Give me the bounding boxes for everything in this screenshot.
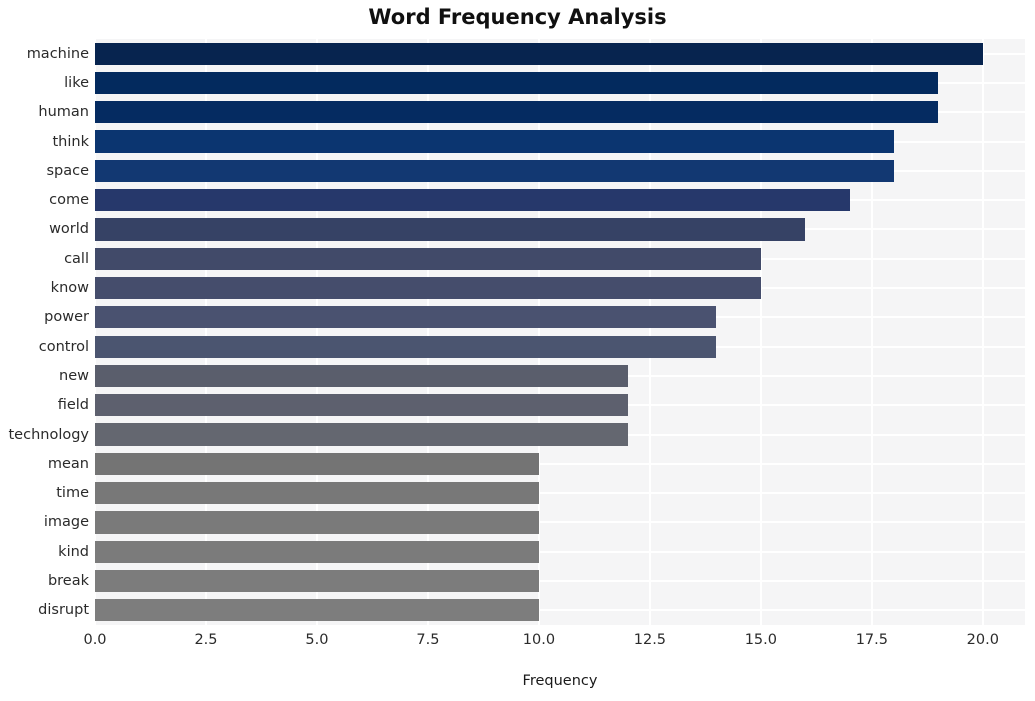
bar-human bbox=[95, 101, 939, 124]
x-tick-label-12.5: 12.5 bbox=[633, 632, 667, 648]
gridline-vertical bbox=[870, 39, 873, 625]
gridline-vertical bbox=[95, 39, 96, 625]
bar-break bbox=[95, 569, 539, 593]
bar-machine bbox=[95, 42, 983, 65]
y-tick-label-disrupt: disrupt bbox=[38, 602, 89, 619]
y-tick-label-time: time bbox=[56, 485, 89, 502]
bar-call bbox=[95, 247, 761, 270]
gridline-vertical bbox=[426, 39, 429, 625]
y-tick-label-control: control bbox=[38, 338, 89, 355]
bar-know bbox=[95, 276, 761, 300]
y-tick-label-technology: technology bbox=[8, 426, 89, 443]
y-tick-label-new: new bbox=[59, 367, 89, 384]
bar-world bbox=[95, 218, 806, 241]
gridline-vertical bbox=[315, 39, 318, 625]
bar-power bbox=[95, 306, 717, 329]
x-tick-label-17.5: 17.5 bbox=[855, 632, 888, 648]
bar-technology bbox=[95, 423, 628, 446]
gridline-vertical bbox=[759, 39, 762, 625]
x-tick-label-5.0: 5.0 bbox=[305, 632, 329, 648]
x-tick-label-2.5: 2.5 bbox=[194, 632, 218, 648]
chart-figure: Word Frequency Analysis machine like human… bbox=[0, 0, 1035, 701]
y-tick-label-break: break bbox=[47, 573, 89, 590]
y-tick-label-kind: kind bbox=[58, 543, 89, 560]
bar-think bbox=[95, 130, 895, 153]
bar-field bbox=[95, 394, 628, 417]
y-tick-label-know: know bbox=[50, 280, 89, 297]
gridline-vertical bbox=[648, 39, 651, 625]
bar-image bbox=[95, 511, 539, 534]
chart-title: Word Frequency Analysis bbox=[368, 5, 667, 29]
bar-time bbox=[95, 482, 539, 505]
x-tick-label-0.0: 0.0 bbox=[83, 632, 107, 648]
x-tick-label-10.0: 10.0 bbox=[522, 632, 556, 648]
plot-area bbox=[95, 39, 1025, 625]
y-tick-label-field: field bbox=[57, 397, 89, 414]
y-tick-label-come: come bbox=[49, 192, 89, 209]
x-tick-label-15.0: 15.0 bbox=[744, 632, 778, 648]
gridline-vertical bbox=[981, 39, 984, 625]
y-tick-label-mean: mean bbox=[47, 455, 89, 472]
x-axis-label: Frequency bbox=[522, 673, 598, 689]
x-tick-label-20.0: 20.0 bbox=[966, 632, 999, 648]
y-tick-label-space: space bbox=[46, 162, 89, 179]
bar-like bbox=[95, 71, 939, 95]
y-tick-label-world: world bbox=[49, 221, 89, 238]
y-axis-tick-labels: machine like human think space come world call k… bbox=[0, 39, 89, 625]
y-tick-label-human: human bbox=[38, 104, 89, 121]
bar-new bbox=[95, 364, 628, 388]
y-tick-label-call: call bbox=[64, 250, 89, 267]
x-tick-label-7.5: 7.5 bbox=[416, 632, 440, 648]
y-tick-label-image: image bbox=[43, 514, 89, 531]
bar-kind bbox=[95, 540, 539, 563]
y-tick-label-machine: machine bbox=[26, 45, 89, 62]
x-axis-tick-labels: 0.0 2.5 5.0 7.5 10.0 12.5 15.0 17.5 20.0 bbox=[0, 632, 1035, 656]
y-tick-label-like: like bbox=[64, 74, 89, 91]
bar-come bbox=[95, 189, 850, 212]
bar-control bbox=[95, 335, 717, 358]
bar-space bbox=[95, 159, 895, 182]
y-tick-label-power: power bbox=[44, 309, 89, 326]
y-tick-label-think: think bbox=[52, 133, 90, 150]
gridline-vertical bbox=[204, 39, 207, 625]
gridline-vertical bbox=[537, 39, 540, 625]
bar-disrupt bbox=[95, 599, 539, 622]
bar-mean bbox=[95, 452, 539, 475]
